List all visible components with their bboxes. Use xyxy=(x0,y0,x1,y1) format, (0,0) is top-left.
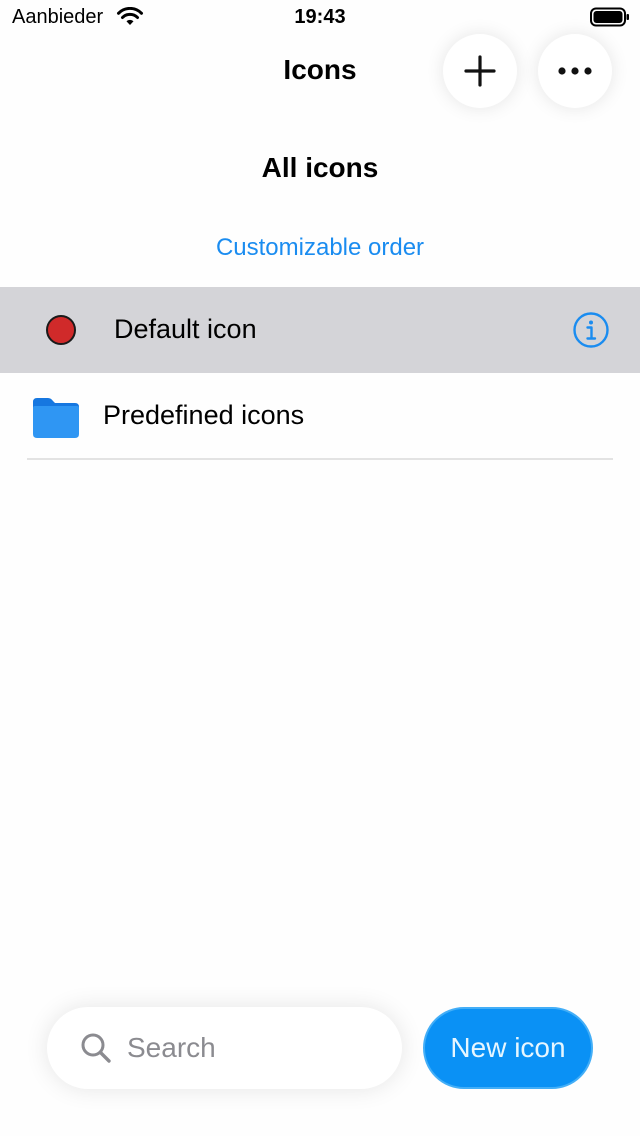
search-input[interactable] xyxy=(127,1027,377,1069)
new-icon-button[interactable]: New icon xyxy=(423,1007,593,1089)
ellipsis-icon xyxy=(558,67,592,75)
section-title: All icons xyxy=(261,152,379,183)
info-icon[interactable] xyxy=(572,311,610,349)
divider xyxy=(27,458,613,460)
list-item-default-icon[interactable]: Default icon xyxy=(0,287,640,373)
list-item-predefined-icons[interactable]: Predefined icons xyxy=(0,373,640,459)
folder-icon xyxy=(33,398,79,438)
battery-icon xyxy=(590,7,629,27)
more-button[interactable] xyxy=(538,34,612,108)
red-circle-icon xyxy=(46,315,76,345)
add-button[interactable] xyxy=(443,34,517,108)
list-item-label: Default icon xyxy=(114,314,257,344)
list-item-label: Predefined icons xyxy=(103,400,305,430)
plus-icon xyxy=(464,55,496,87)
screen: Aanbieder 19:43 Icons All icons Customiz… xyxy=(0,0,640,1136)
customizable-order-link[interactable]: Customizable order xyxy=(0,234,640,262)
search-bar[interactable] xyxy=(47,1007,402,1089)
status-bar: Aanbieder 19:43 xyxy=(0,0,640,36)
search-icon xyxy=(81,1033,111,1063)
clock: 19:43 xyxy=(294,6,346,28)
